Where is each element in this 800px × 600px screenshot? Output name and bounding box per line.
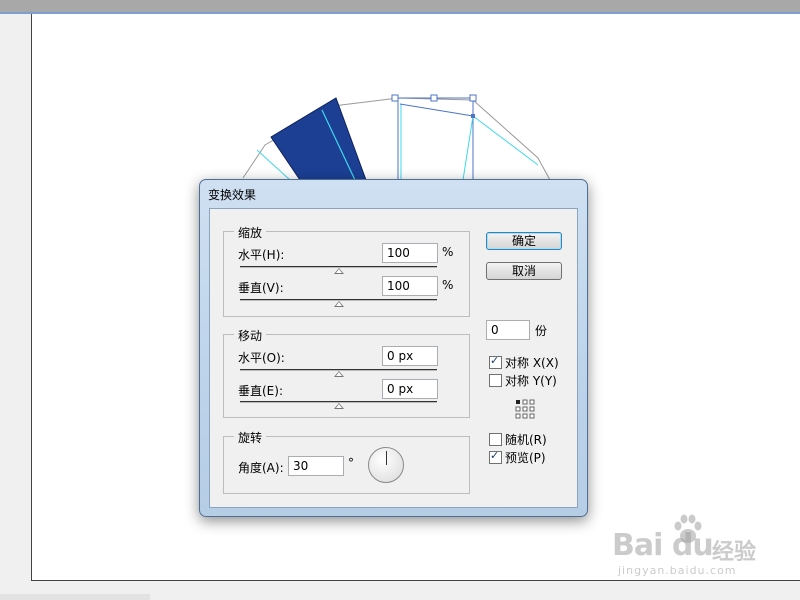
scale-horizontal-label: 水平(H):: [238, 248, 285, 262]
rotate-group-label: 旋转: [234, 429, 267, 446]
move-horizontal-label: 水平(O):: [238, 351, 285, 365]
rotate-angle-input[interactable]: [288, 456, 344, 476]
rotation-dial-needle: [386, 451, 387, 465]
random-label: 随机(R): [505, 433, 547, 447]
preview-checkbox[interactable]: [489, 449, 502, 464]
reflect-x-label: 对称 X(X): [505, 356, 559, 370]
selection-guide-2: [462, 115, 474, 181]
move-vertical-slider-thumb[interactable]: [334, 403, 344, 409]
watermark-product: 经验: [712, 540, 757, 565]
selection-guide-4: [472, 115, 539, 166]
reference-point-grid-icon[interactable]: [515, 399, 535, 419]
dialog-title: 变换效果: [208, 188, 257, 202]
watermark-logo-text: Bai du: [612, 528, 714, 563]
blue-bar-shape[interactable]: [270, 97, 367, 181]
random-checkbox[interactable]: [489, 433, 502, 446]
copies-input[interactable]: [486, 320, 530, 340]
cancel-button[interactable]: 取消: [486, 262, 562, 280]
scale-vertical-slider-thumb[interactable]: [334, 301, 344, 307]
move-group-label: 移动: [234, 327, 267, 344]
selection-handle[interactable]: [391, 94, 399, 102]
baidu-watermark: Bai du 经验 jingyan.baidu.com: [612, 512, 792, 582]
preview-label: 预览(P): [505, 451, 546, 465]
reflect-x-checkbox[interactable]: [489, 354, 502, 369]
watermark-url: jingyan.baidu.com: [618, 564, 737, 577]
scale-vertical-input[interactable]: [382, 276, 438, 296]
selection-anchor: [471, 114, 475, 118]
selection-handle[interactable]: [469, 94, 477, 102]
scale-group-label: 缩放: [234, 224, 267, 241]
rotation-dial-icon[interactable]: [368, 447, 404, 483]
copies-unit: 份: [535, 324, 548, 338]
dialog-body: 缩放 水平(H): % 垂直(V): % 移动 水平(O): 垂直(E):: [209, 208, 578, 508]
scale-group: 缩放 水平(H): % 垂直(V): %: [223, 224, 470, 317]
rotate-angle-label: 角度(A):: [238, 461, 284, 475]
transform-effect-dialog: 变换效果 缩放 水平(H): % 垂直(V): % 移动 水平(O): 垂直(E…: [199, 179, 588, 517]
move-vertical-input[interactable]: [382, 379, 438, 399]
move-horizontal-input[interactable]: [382, 346, 438, 366]
selection-handle[interactable]: [430, 94, 438, 102]
reflect-y-checkbox[interactable]: [489, 374, 502, 387]
scale-horizontal-slider-thumb[interactable]: [334, 268, 344, 274]
scale-horizontal-input[interactable]: [382, 243, 438, 263]
move-group: 移动 水平(O): 垂直(E):: [223, 327, 470, 418]
rotate-group: 旋转 角度(A): °: [223, 429, 470, 494]
scale-horizontal-unit: %: [442, 245, 454, 259]
move-horizontal-slider-thumb[interactable]: [334, 371, 344, 377]
selection-guide-3: [399, 103, 474, 117]
scale-vertical-label: 垂直(V):: [238, 281, 284, 295]
reflect-y-label: 对称 Y(Y): [505, 374, 557, 388]
rotate-angle-unit: °: [348, 456, 354, 470]
scale-vertical-unit: %: [442, 278, 454, 292]
ok-button[interactable]: 确定: [486, 232, 562, 250]
move-vertical-label: 垂直(E):: [238, 384, 283, 398]
